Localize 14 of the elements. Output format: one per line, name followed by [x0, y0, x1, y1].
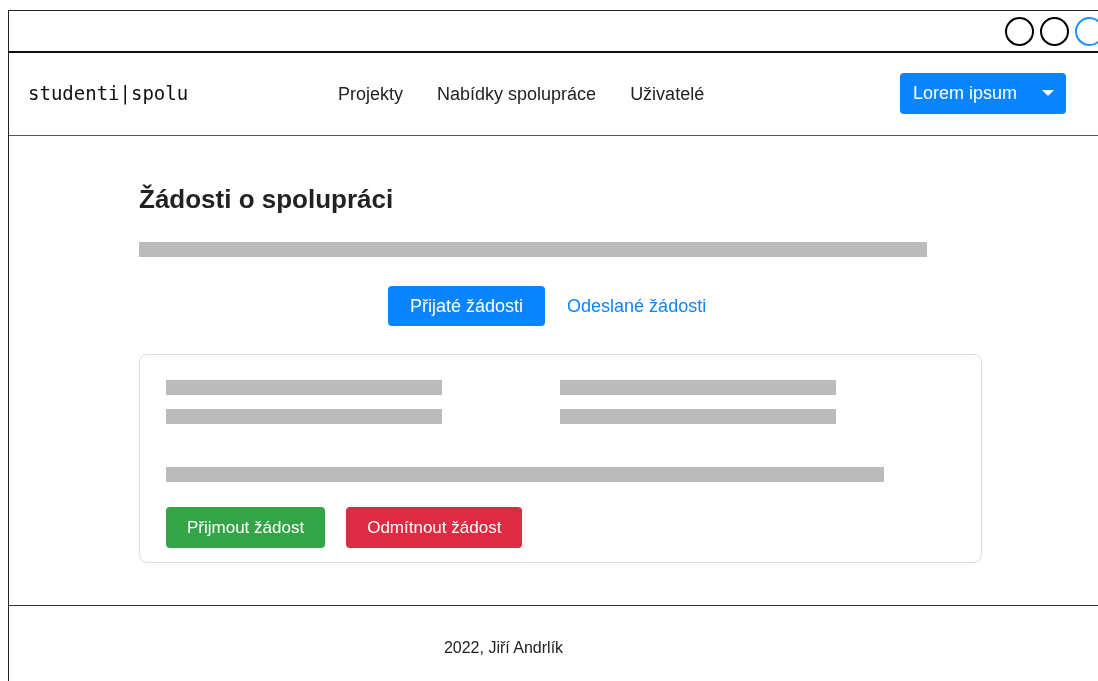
window-control[interactable] [1005, 16, 1034, 46]
tab[interactable]: Přijaté žádosti [388, 286, 546, 326]
logo[interactable]: studenti|spolu [28, 82, 338, 104]
accept-button[interactable]: Přijmout žádost [166, 507, 326, 548]
footer-text: 2022, Jiří Andrlík [443, 639, 564, 658]
page-title: Žádosti o spolupráci [139, 184, 395, 215]
window-control[interactable] [1040, 16, 1069, 46]
reject-button[interactable]: Odmítnout žádost [346, 507, 523, 548]
caret-icon [1042, 89, 1054, 97]
nav-link[interactable]: Projekty [338, 83, 404, 105]
user-menu-button[interactable]: Lorem ipsum [900, 72, 1066, 114]
nav-link[interactable]: Nabídky spolupráce [437, 83, 597, 105]
nav-link[interactable]: Uživatelé [630, 83, 705, 105]
tab[interactable]: Odeslané žádosti [567, 286, 707, 326]
